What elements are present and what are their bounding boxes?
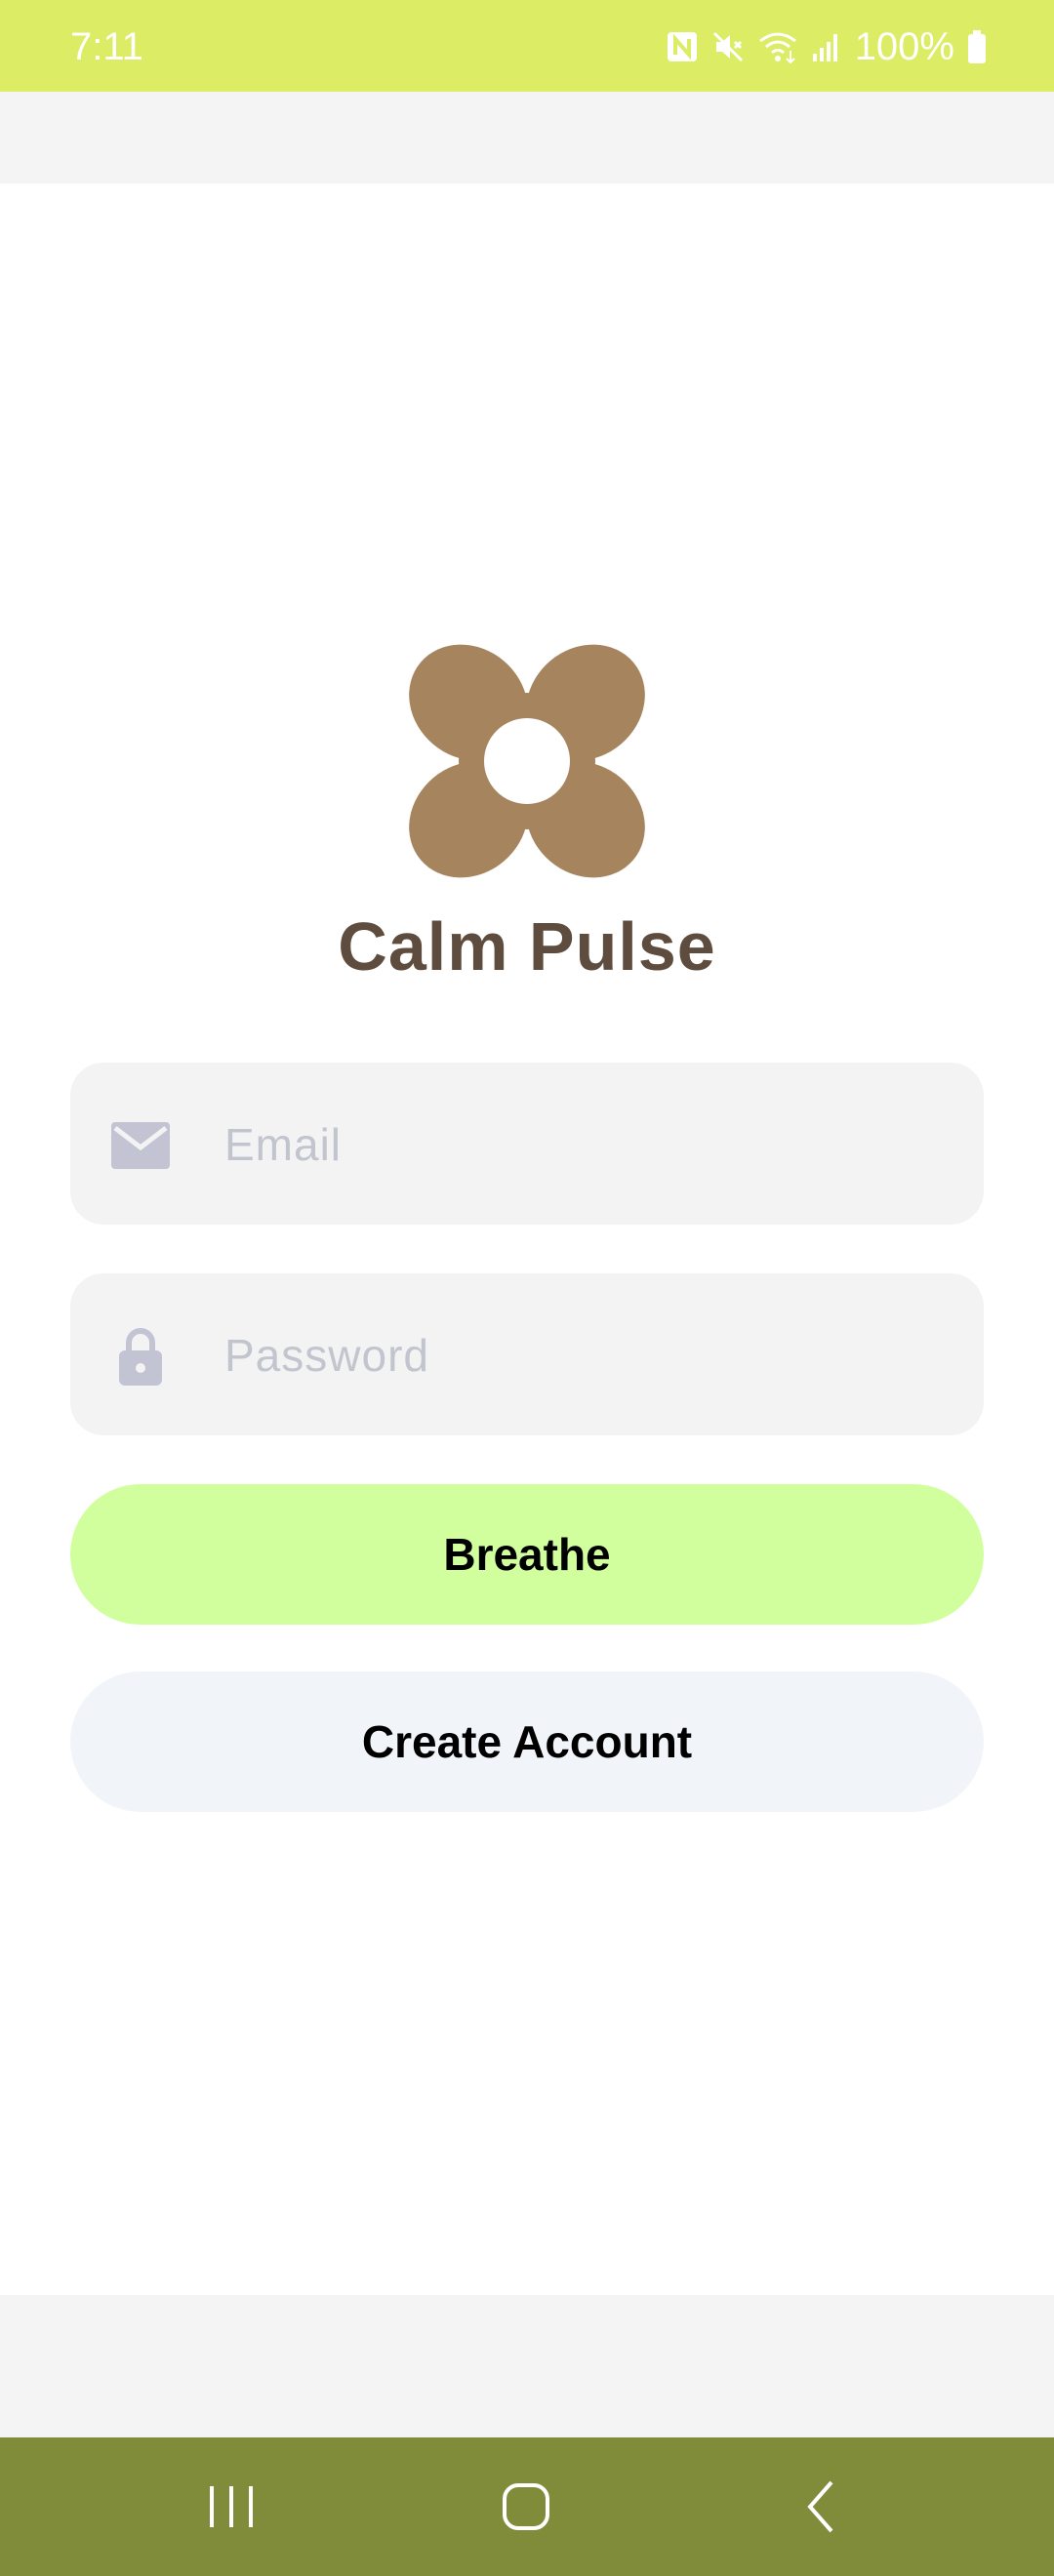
create-account-button[interactable]: Create Account <box>70 1671 984 1812</box>
flower-logo-icon <box>408 644 646 878</box>
status-icons: 100% <box>666 27 988 66</box>
password-input[interactable] <box>223 1273 949 1437</box>
recents-icon[interactable] <box>197 2473 265 2541</box>
email-field[interactable] <box>70 1063 984 1227</box>
app-title: Calm Pulse <box>338 908 716 985</box>
battery-percent: 100% <box>854 25 954 68</box>
email-input[interactable] <box>223 1063 949 1227</box>
battery-icon <box>966 29 988 64</box>
footer-band <box>0 2295 1054 2437</box>
back-icon[interactable] <box>789 2473 857 2541</box>
signal-icon <box>810 30 843 63</box>
breathe-button[interactable]: Breathe <box>70 1484 984 1625</box>
system-nav-bar <box>0 2437 1054 2576</box>
password-field[interactable] <box>70 1273 984 1437</box>
status-bar: 7:11 100% <box>0 0 1054 92</box>
lock-icon <box>109 1325 172 1388</box>
header-band <box>0 92 1054 183</box>
mail-icon <box>109 1114 172 1177</box>
nfc-icon <box>666 30 699 63</box>
mute-icon <box>710 29 746 64</box>
status-time: 7:11 <box>70 25 143 68</box>
home-icon[interactable] <box>492 2473 560 2541</box>
wifi-icon <box>757 29 798 64</box>
